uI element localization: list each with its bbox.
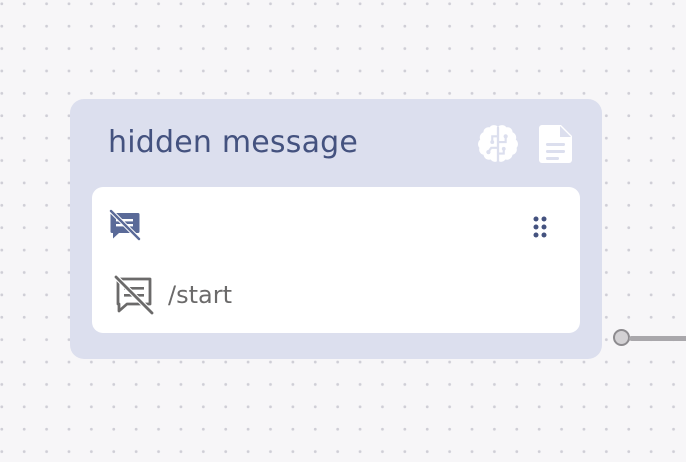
brain-icon[interactable] bbox=[475, 121, 521, 167]
hidden-message-node[interactable]: hidden message /start bbox=[70, 99, 602, 359]
document-icon[interactable] bbox=[536, 123, 576, 165]
connector-edge[interactable] bbox=[629, 336, 686, 341]
node-title: hidden message bbox=[108, 125, 359, 160]
connector-handle[interactable] bbox=[613, 329, 630, 346]
drag-handle-icon[interactable] bbox=[532, 215, 548, 239]
hidden-message-icon bbox=[114, 275, 154, 315]
command-row[interactable]: /start bbox=[114, 275, 232, 315]
hidden-message-icon bbox=[109, 209, 141, 241]
command-text: /start bbox=[168, 281, 232, 309]
message-card[interactable]: /start bbox=[92, 187, 580, 333]
